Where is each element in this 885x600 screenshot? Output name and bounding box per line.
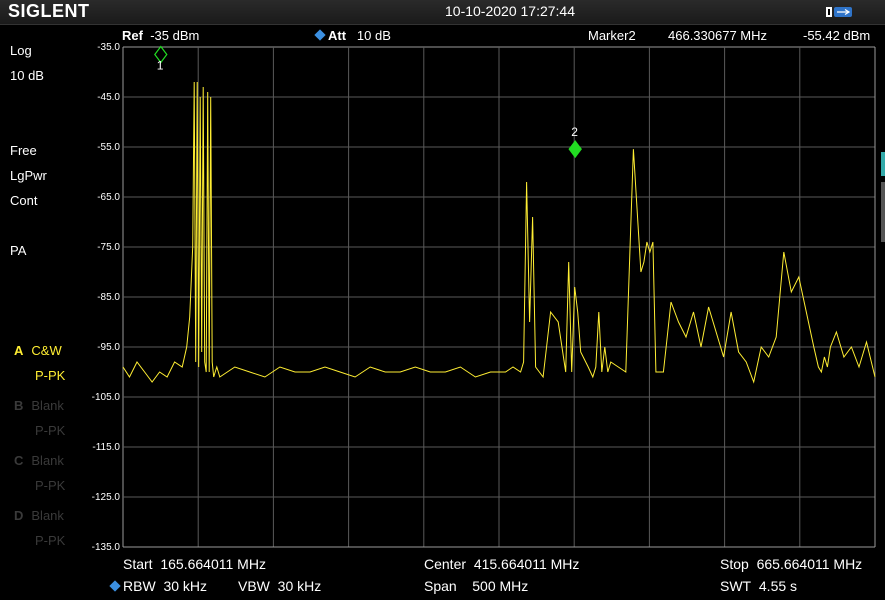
y-tick-label: -115.0 <box>92 442 120 453</box>
center-value: 415.664011 MHz <box>473 556 580 572</box>
y-tick-label: -45.0 <box>97 92 120 103</box>
y-tick-label: -35.0 <box>97 42 120 53</box>
stop-label: Stop <box>720 556 749 572</box>
side-scroll-handle[interactable] <box>881 182 885 242</box>
marker-2-label: 2 <box>571 125 578 139</box>
sweep-time[interactable]: SWT 4.55 s <box>720 578 797 594</box>
vbw-value: 30 kHz <box>277 578 322 594</box>
span-value: 500 MHz <box>472 578 529 594</box>
y-tick-label: -105.0 <box>92 392 121 403</box>
auto-indicator-icon <box>109 580 121 592</box>
y-tick-label: -65.0 <box>97 192 120 203</box>
y-tick-label: -125.0 <box>92 492 121 503</box>
center-frequency[interactable]: Center 415.664011 MHz <box>424 556 579 572</box>
vbw-label: VBW <box>238 578 270 594</box>
y-tick-label: -55.0 <box>97 142 120 153</box>
start-label: Start <box>123 556 153 572</box>
side-panel-tab[interactable] <box>881 152 885 176</box>
start-frequency[interactable]: Start 165.664011 MHz <box>123 556 266 572</box>
y-tick-label: -135.0 <box>92 542 121 553</box>
stop-frequency[interactable]: Stop 665.664011 MHz <box>720 556 862 572</box>
rbw-setting[interactable]: RBW 30 kHz <box>109 578 208 594</box>
start-value: 165.664011 MHz <box>160 556 266 572</box>
swt-value: 4.55 s <box>758 578 798 594</box>
center-label: Center <box>424 556 467 572</box>
y-tick-label: -85.0 <box>97 292 120 303</box>
span-setting[interactable]: Span 500 MHz <box>424 578 528 594</box>
y-tick-label: -75.0 <box>97 242 120 253</box>
stop-value: 665.664011 MHz <box>756 556 863 572</box>
marker-2-icon[interactable] <box>568 140 582 159</box>
swt-label: SWT <box>720 578 752 594</box>
y-tick-label: -95.0 <box>97 342 120 353</box>
spectrum-plot[interactable]: -35.0 -45.0 -55.0 -65.0 -75.0 -85.0 -95.0 -105.… <box>0 0 885 600</box>
span-label: Span <box>424 578 457 594</box>
rbw-label: RBW <box>123 578 156 594</box>
rbw-value: 30 kHz <box>163 578 208 594</box>
marker-1-label: 1 <box>157 59 164 73</box>
vbw-setting[interactable]: VBW 30 kHz <box>238 578 321 594</box>
